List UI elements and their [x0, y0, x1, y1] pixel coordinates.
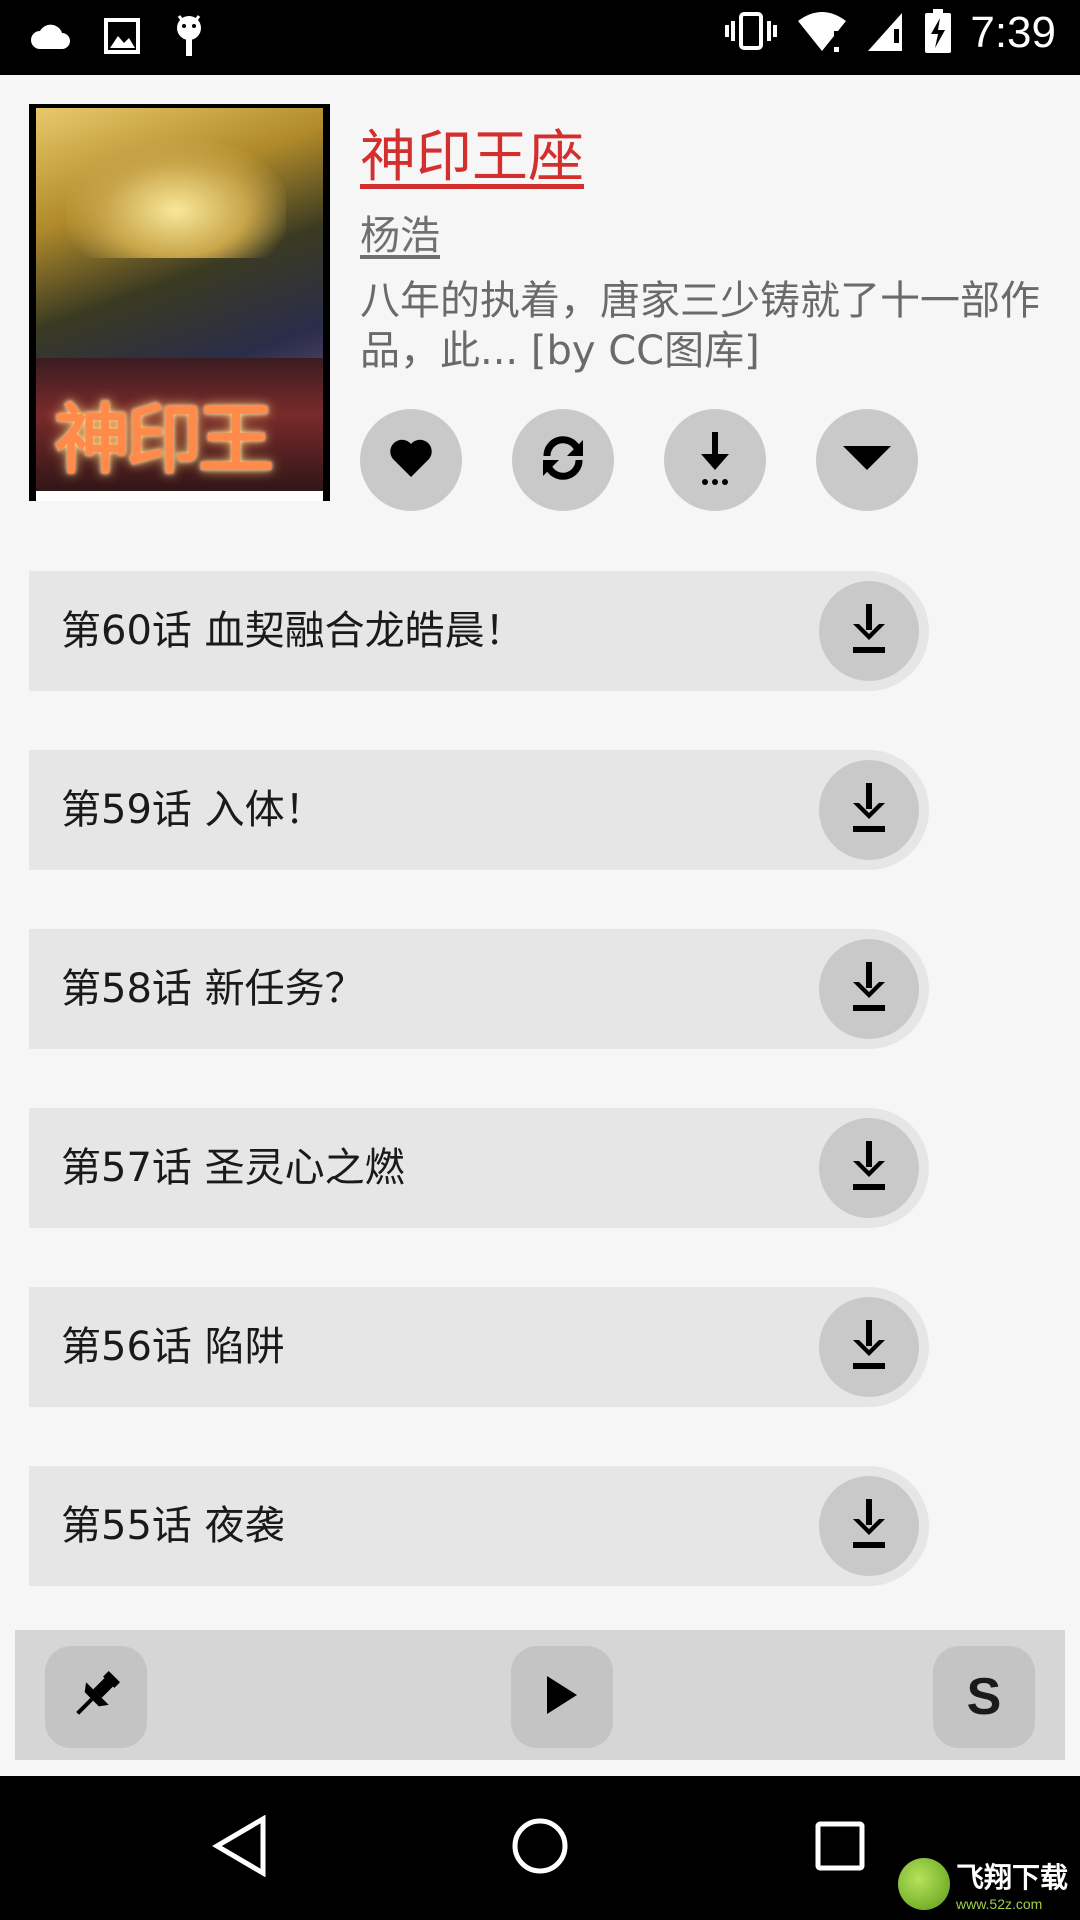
vibrate-icon [724, 11, 778, 55]
chapter-title: 第56话 陷阱 [61, 1324, 285, 1370]
android-icon [172, 14, 206, 62]
status-bar: 7:39 [0, 0, 1080, 75]
watermark-url: www.52z.com [955, 1896, 1043, 1912]
chapter-download-button[interactable] [819, 1297, 919, 1397]
download-icon [849, 604, 889, 658]
chapter-title: 第59话 入体！ [61, 787, 325, 833]
chapter-item[interactable]: 第60话 血契融合龙皓晨！ [29, 571, 929, 691]
watermark-name: 飞翔下载 [955, 1861, 1068, 1894]
chapter-download-button[interactable] [819, 939, 919, 1039]
chapter-download-button[interactable] [819, 1476, 919, 1576]
chevron-down-icon [841, 444, 893, 476]
comic-description: 八年的执着，唐家三少铸就了十一部作品，此... [by CC图库] [360, 278, 1040, 374]
favorite-button[interactable] [360, 409, 462, 511]
watermark: 飞翔下载 www.52z.com [897, 1856, 1068, 1912]
chapter-item[interactable]: 第56话 陷阱 [29, 1287, 929, 1407]
play-button[interactable] [511, 1646, 613, 1748]
download-icon [849, 1499, 889, 1553]
download-icon [849, 962, 889, 1016]
navigation-bar: 飞翔下载 www.52z.com [0, 1776, 1080, 1920]
chapter-download-button[interactable] [819, 581, 919, 681]
home-circle-icon [511, 1817, 569, 1879]
expand-button[interactable] [816, 409, 918, 511]
download-all-button[interactable] [664, 409, 766, 511]
download-icon [849, 1320, 889, 1374]
back-triangle-icon [211, 1814, 269, 1881]
chapter-title: 第57话 圣灵心之燃 [61, 1145, 405, 1191]
chapter-item[interactable]: 第59话 入体！ [29, 750, 929, 870]
chapter-item[interactable]: 第55话 夜袭 [29, 1466, 929, 1586]
s-label: S [966, 1668, 1002, 1726]
watermark-logo-icon [897, 1858, 950, 1910]
play-icon [545, 1674, 579, 1720]
chapter-title: 第60话 血契融合龙皓晨！ [61, 608, 525, 654]
cover-artwork: 神印王座 [36, 108, 323, 498]
signal-icon [866, 9, 906, 57]
comic-cover[interactable]: 神印王座 [29, 104, 330, 501]
chapter-item[interactable]: 第58话 新任务？ [29, 929, 929, 1049]
refresh-button[interactable] [512, 409, 614, 511]
pin-button[interactable] [45, 1646, 147, 1748]
home-button[interactable] [500, 1808, 580, 1888]
battery-charging-icon [924, 8, 952, 58]
image-icon [104, 18, 140, 58]
comic-author[interactable]: 杨浩 [360, 203, 440, 261]
recents-square-icon [814, 1820, 866, 1876]
cloud-icon [30, 21, 72, 55]
bottom-toolbar: S [15, 1630, 1065, 1760]
back-button[interactable] [200, 1808, 280, 1888]
action-bar [360, 409, 918, 511]
download-icon [849, 783, 889, 837]
pin-icon [66, 1665, 126, 1729]
status-time: 7:39 [970, 8, 1056, 57]
chapter-download-button[interactable] [819, 1118, 919, 1218]
recents-button[interactable] [800, 1808, 880, 1888]
heart-icon [388, 437, 434, 483]
comic-title[interactable]: 神印王座 [360, 112, 584, 193]
download-icon [849, 1141, 889, 1195]
chapter-title: 第58话 新任务？ [61, 966, 365, 1012]
chapter-download-button[interactable] [819, 760, 919, 860]
cover-logo: 神印王座 [54, 395, 274, 484]
wifi-icon [796, 9, 848, 57]
download-all-icon [693, 430, 737, 490]
refresh-icon [539, 434, 587, 486]
chapter-title: 第55话 夜袭 [61, 1503, 285, 1549]
chapter-item[interactable]: 第57话 圣灵心之燃 [29, 1108, 929, 1228]
s-button[interactable]: S [933, 1646, 1035, 1748]
